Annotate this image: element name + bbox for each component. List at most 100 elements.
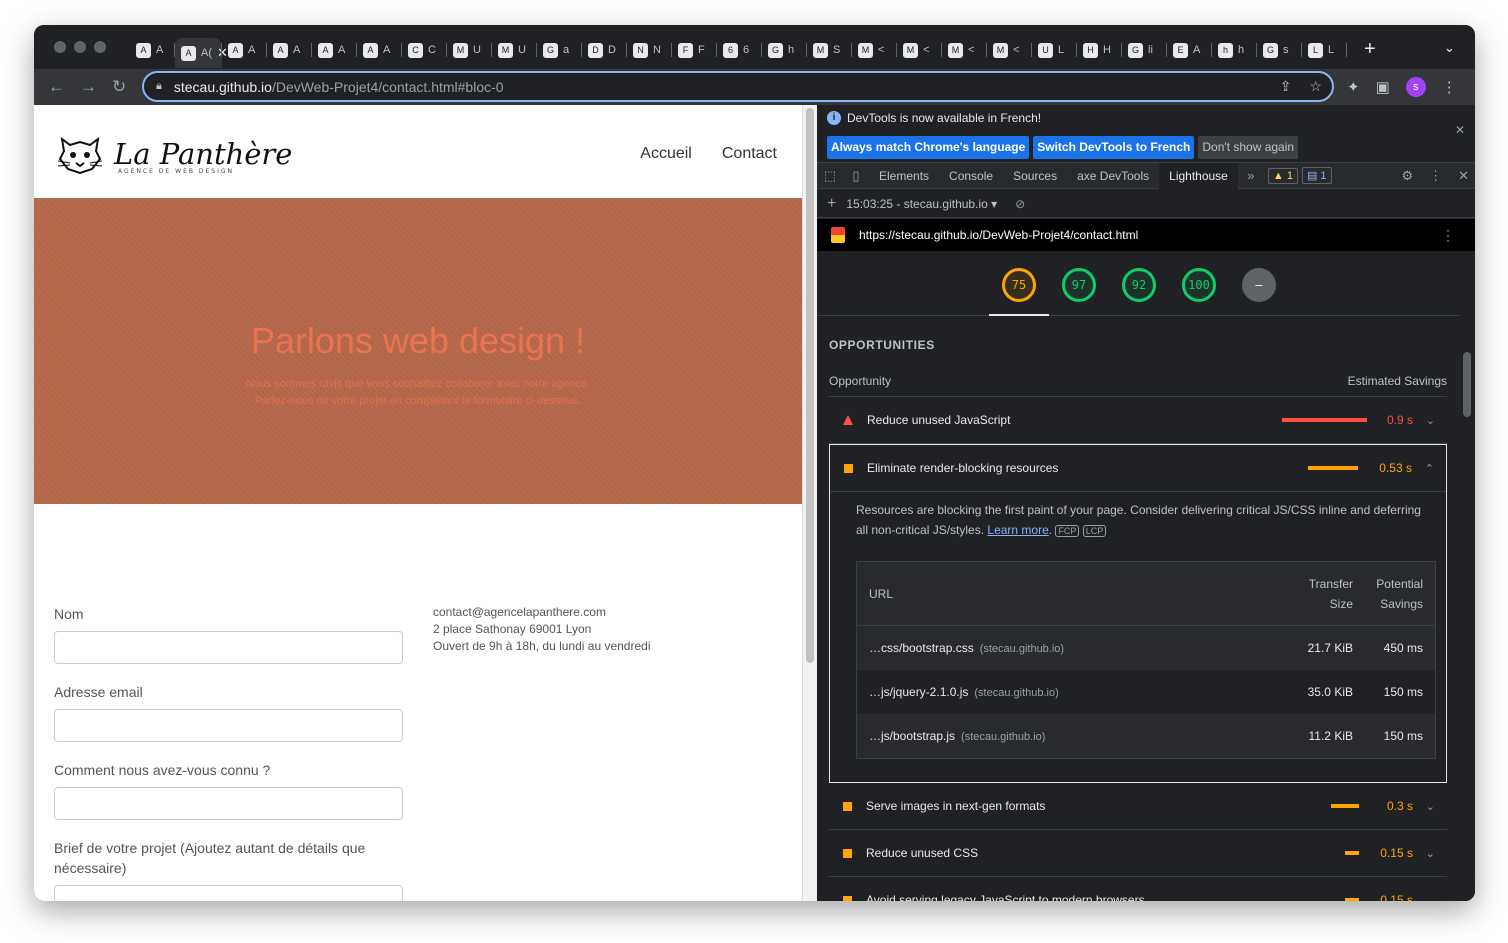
- nav-contact[interactable]: Contact: [722, 145, 777, 163]
- browser-tab[interactable]: AA: [222, 38, 267, 62]
- browser-tab[interactable]: HH: [1077, 38, 1122, 62]
- message-badge[interactable]: ▤ 1: [1301, 167, 1332, 184]
- reload-icon[interactable]: ↻: [112, 77, 126, 97]
- browser-tab[interactable]: UL: [1032, 38, 1077, 62]
- audit-row[interactable]: Eliminate render-blocking resources 0.53 …: [830, 445, 1446, 492]
- device-toggle-icon[interactable]: ▯: [843, 168, 869, 184]
- audit-row[interactable]: Reduce unused JavaScript 0.9 s ⌄: [829, 397, 1447, 444]
- minimize-window-button[interactable]: [74, 41, 86, 53]
- tab-lighthouse[interactable]: Lighthouse: [1159, 162, 1238, 189]
- extensions-puzzle-icon[interactable]: ✦: [1347, 78, 1360, 96]
- score-gauge[interactable]: 97: [1062, 268, 1096, 302]
- name-field[interactable]: [54, 631, 403, 664]
- new-report-icon[interactable]: +: [827, 195, 836, 213]
- browser-tab[interactable]: M <: [852, 38, 897, 62]
- clear-icon[interactable]: ⊘: [1015, 197, 1025, 211]
- browser-tab[interactable]: AA: [312, 38, 357, 62]
- chevron-down-icon[interactable]: ⌄: [1426, 414, 1435, 427]
- browser-tab[interactable]: A A(✕: [175, 38, 228, 68]
- browser-tab[interactable]: M <: [942, 38, 987, 62]
- table-row[interactable]: …js/jquery-2.1.0.js (stecau.github.io) 35.…: [857, 670, 1435, 714]
- tab-sources[interactable]: Sources: [1003, 163, 1067, 189]
- browser-tab[interactable]: AA: [130, 38, 175, 62]
- profile-avatar[interactable]: s: [1405, 77, 1426, 97]
- settings-gear-icon[interactable]: ⚙: [1401, 168, 1413, 184]
- browser-tab[interactable]: MU: [492, 38, 537, 62]
- browser-tab[interactable]: Gli: [1122, 38, 1167, 62]
- score-gauges: 75 97 92 100–: [817, 252, 1460, 316]
- close-icon[interactable]: ✕: [1455, 123, 1465, 137]
- side-panel-icon[interactable]: ▣: [1376, 78, 1390, 96]
- new-tab-button[interactable]: +: [1364, 38, 1376, 61]
- contact-email: contact@agencelapanthere.com: [433, 605, 606, 619]
- zoom-window-button[interactable]: [94, 41, 106, 53]
- match-language-button[interactable]: Always match Chrome's language: [827, 136, 1030, 159]
- inspect-icon[interactable]: ⬚: [817, 168, 843, 184]
- tab-search-chevron-icon[interactable]: ⌄: [1444, 40, 1455, 56]
- address-bar[interactable]: 🔒︎ stecau.github.io/DevWeb-Projet4/conta…: [142, 71, 1334, 102]
- browser-tab[interactable]: FF: [672, 38, 717, 62]
- browser-tab[interactable]: 66: [717, 38, 762, 62]
- tab-elements[interactable]: Elements: [869, 163, 939, 189]
- devtools-scrollbar[interactable]: [1460, 252, 1475, 901]
- browser-tab[interactable]: Gs: [1257, 38, 1302, 62]
- back-arrow-icon[interactable]: ←: [48, 77, 65, 97]
- browser-tab[interactable]: NN: [627, 38, 672, 62]
- resource-url[interactable]: …js/jquery-2.1.0.js: [869, 685, 968, 699]
- resource-url[interactable]: …js/bootstrap.js: [869, 729, 955, 743]
- more-options-icon[interactable]: ⋮: [1429, 168, 1442, 184]
- switch-french-button[interactable]: Switch DevTools to French: [1033, 136, 1195, 159]
- browser-tab[interactable]: M <: [987, 38, 1032, 62]
- more-tabs-icon[interactable]: »: [1238, 168, 1264, 183]
- report-url[interactable]: https://stecau.github.io/DevWeb-Projet4/…: [859, 228, 1138, 242]
- browser-tab[interactable]: M <: [897, 38, 942, 62]
- browser-tab[interactable]: LL: [1302, 38, 1347, 62]
- table-row[interactable]: …js/bootstrap.js (stecau.github.io) 11.2 K…: [857, 714, 1435, 758]
- browser-tab[interactable]: DD: [582, 38, 627, 62]
- bookmark-star-icon[interactable]: ☆: [1309, 78, 1322, 95]
- learn-more-link[interactable]: Learn more: [987, 523, 1048, 537]
- browser-tab[interactable]: AA: [357, 38, 402, 62]
- chevron-down-icon[interactable]: ⌄: [1426, 800, 1435, 813]
- browser-tab[interactable]: EA: [1167, 38, 1212, 62]
- browser-tab[interactable]: Gh: [762, 38, 807, 62]
- tab-axe-devtools[interactable]: axe DevTools: [1067, 163, 1159, 189]
- browser-tab[interactable]: Ga: [537, 38, 582, 62]
- chevron-up-icon[interactable]: ⌃: [1425, 462, 1434, 475]
- browser-tab[interactable]: AA: [267, 38, 312, 62]
- score-gauge[interactable]: 75: [1002, 268, 1036, 302]
- audit-row[interactable]: Avoid serving legacy JavaScript to moder…: [829, 877, 1447, 901]
- brief-field[interactable]: [54, 885, 403, 901]
- pwa-score-gauge[interactable]: –: [1242, 268, 1276, 302]
- close-devtools-icon[interactable]: ✕: [1458, 168, 1469, 184]
- audit-row[interactable]: Serve images in next-gen formats 0.3 s ⌄: [829, 783, 1447, 830]
- tab-console[interactable]: Console: [939, 163, 1003, 189]
- score-gauge[interactable]: 100: [1182, 268, 1216, 302]
- forward-arrow-icon[interactable]: →: [80, 77, 97, 97]
- table-row[interactable]: …css/bootstrap.css (stecau.github.io) 21.7…: [857, 626, 1435, 670]
- audit-description: Resources are blocking the first paint o…: [856, 503, 1421, 537]
- tab-title: <: [878, 44, 885, 56]
- nav-accueil[interactable]: Accueil: [640, 145, 692, 163]
- lock-icon[interactable]: 🔒︎: [156, 80, 162, 93]
- chevron-down-icon[interactable]: ⌄: [1426, 847, 1435, 860]
- audit-row[interactable]: Reduce unused CSS 0.15 s ⌄: [829, 830, 1447, 877]
- resource-url[interactable]: …css/bootstrap.css: [869, 641, 974, 655]
- close-window-button[interactable]: [54, 41, 66, 53]
- chevron-down-icon[interactable]: ⌄: [1426, 894, 1435, 902]
- source-field[interactable]: [54, 787, 403, 820]
- report-menu-icon[interactable]: ⋮: [1441, 227, 1455, 244]
- share-icon[interactable]: ⇪: [1280, 78, 1292, 95]
- browser-tab[interactable]: CC: [402, 38, 447, 62]
- report-selector[interactable]: 15:03:25 - stecau.github.io ▾: [846, 197, 997, 211]
- browser-tab[interactable]: hh: [1212, 38, 1257, 62]
- site-logo[interactable]: La Panthère AGENCE DE WEB DESIGN: [54, 133, 292, 175]
- score-gauge[interactable]: 92: [1122, 268, 1156, 302]
- dont-show-again-button[interactable]: Don't show again: [1198, 136, 1299, 159]
- warning-badge[interactable]: ▲ 1: [1267, 167, 1298, 184]
- page-scrollbar[interactable]: [802, 105, 817, 901]
- browser-tab[interactable]: MS: [807, 38, 852, 62]
- email-field[interactable]: [54, 709, 403, 742]
- browser-tab[interactable]: MU: [447, 38, 492, 62]
- menu-kebab-icon[interactable]: ⋮: [1442, 78, 1457, 96]
